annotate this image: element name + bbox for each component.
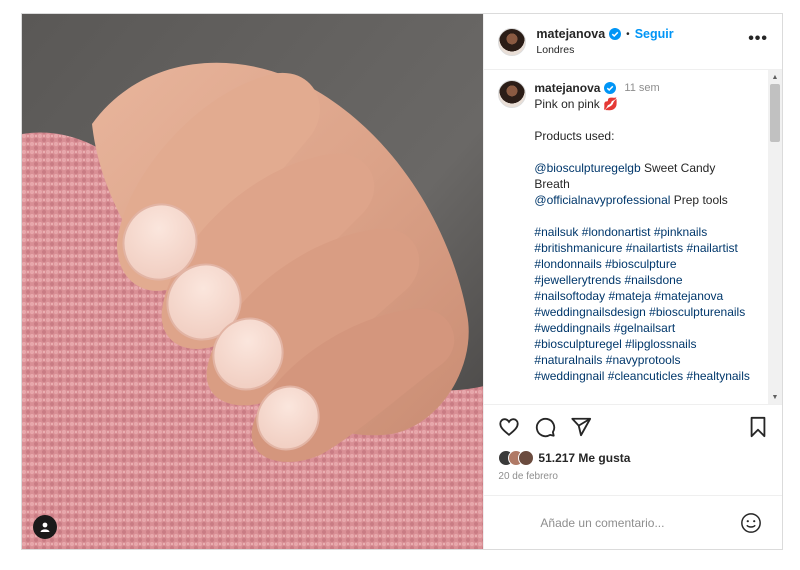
- post-date[interactable]: 20 de febrero: [484, 467, 782, 495]
- likes-count[interactable]: 51.217 Me gusta: [538, 451, 630, 465]
- hashtag-link[interactable]: #healtynails: [687, 369, 750, 383]
- separator-dot: •: [626, 28, 630, 40]
- comment-input[interactable]: [538, 514, 740, 531]
- bookmark-icon[interactable]: [748, 416, 768, 438]
- heart-icon[interactable]: [498, 416, 520, 438]
- share-icon[interactable]: [570, 416, 592, 438]
- hashtag-link[interactable]: #biosculpture: [605, 257, 676, 271]
- comment-icon[interactable]: [534, 416, 556, 438]
- post-header: matejanova • Seguir Londres •••: [484, 14, 782, 70]
- mention-link[interactable]: @officialnavyprofessional: [534, 193, 670, 207]
- mention-link[interactable]: @biosculpturegelgb: [534, 161, 640, 175]
- hashtag-list: #nailsuk #londonartist #pinknails #briti…: [534, 224, 752, 384]
- hashtag-link[interactable]: #nailsdone: [624, 273, 682, 287]
- products-heading: Products used:: [534, 129, 615, 143]
- nails-photo-illustration: [22, 14, 484, 549]
- likes-row: 51.217 Me gusta: [484, 449, 782, 467]
- post-location[interactable]: Londres: [536, 44, 748, 56]
- hashtag-link[interactable]: #weddingnailsdesign: [534, 305, 645, 319]
- hashtag-link[interactable]: #nailsoftoday: [534, 289, 605, 303]
- instagram-post: matejanova • Seguir Londres ••• matejano…: [21, 13, 783, 550]
- hashtag-link[interactable]: #londonartist: [582, 225, 651, 239]
- hashtag-link[interactable]: #nailartists: [626, 241, 683, 255]
- hashtag-link[interactable]: #naturalnails: [534, 353, 602, 367]
- hashtag-link[interactable]: #cleancuticles: [608, 369, 683, 383]
- caption-username[interactable]: matejanova: [534, 80, 600, 96]
- comments-scrollbar[interactable]: ▲ ▼: [768, 70, 782, 404]
- verified-badge-icon: [609, 28, 622, 40]
- post-caption: matejanova 11 sem Pink on pink 💋 Product…: [484, 70, 782, 384]
- hashtag-link[interactable]: #pinknails: [654, 225, 707, 239]
- hashtag-link[interactable]: #jewellerytrends: [534, 273, 621, 287]
- post-side-panel: matejanova • Seguir Londres ••• matejano…: [483, 14, 782, 549]
- hashtag-link[interactable]: #weddingnail: [534, 369, 604, 383]
- caption-time-ago[interactable]: 11 sem: [624, 80, 659, 96]
- add-comment-bar: [484, 495, 782, 549]
- hashtag-link[interactable]: #matejanova: [655, 289, 724, 303]
- author-avatar[interactable]: [498, 27, 527, 56]
- caption-title: Pink on pink 💋: [534, 97, 619, 111]
- hashtag-link[interactable]: #biosculpturegel: [534, 337, 621, 351]
- post-photo[interactable]: [22, 14, 484, 549]
- user-tag-icon: [39, 521, 51, 533]
- user-tag-button[interactable]: [33, 515, 57, 539]
- hashtag-link[interactable]: #biosculpturenails: [649, 305, 745, 319]
- author-info: matejanova • Seguir Londres: [536, 27, 748, 56]
- liker-avatars[interactable]: [498, 450, 535, 466]
- more-options-icon[interactable]: •••: [748, 30, 768, 54]
- smiley-icon[interactable]: [740, 512, 762, 534]
- scroll-thumb[interactable]: [770, 84, 780, 142]
- hashtag-link[interactable]: #britishmanicure: [534, 241, 622, 255]
- hashtag-link[interactable]: #navyprotools: [606, 353, 681, 367]
- hashtag-link[interactable]: #londonnails: [534, 257, 601, 271]
- hashtag-link[interactable]: #mateja: [608, 289, 651, 303]
- caption-avatar[interactable]: [498, 80, 527, 108]
- scroll-down-arrow[interactable]: ▼: [768, 390, 782, 404]
- hashtag-link[interactable]: #nailsuk: [534, 225, 578, 239]
- hashtag-link[interactable]: #weddingnails: [534, 321, 610, 335]
- author-username[interactable]: matejanova: [536, 27, 605, 41]
- product-2-text: Prep tools: [670, 193, 728, 207]
- product-line-1: @biosculpturegelgb Sweet Candy Breath: [534, 160, 752, 192]
- follow-button[interactable]: Seguir: [635, 27, 674, 41]
- comments-area[interactable]: matejanova 11 sem Pink on pink 💋 Product…: [484, 70, 782, 405]
- verified-badge-icon: [604, 82, 617, 94]
- liker-avatar: [518, 450, 535, 466]
- product-line-2: @officialnavyprofessional Prep tools: [534, 192, 752, 208]
- hashtag-link[interactable]: #lipglossnails: [625, 337, 696, 351]
- action-bar: [484, 405, 782, 449]
- hashtag-link[interactable]: #gelnailsart: [614, 321, 675, 335]
- scroll-up-arrow[interactable]: ▲: [768, 70, 782, 84]
- hashtag-link[interactable]: #nailartist: [686, 241, 737, 255]
